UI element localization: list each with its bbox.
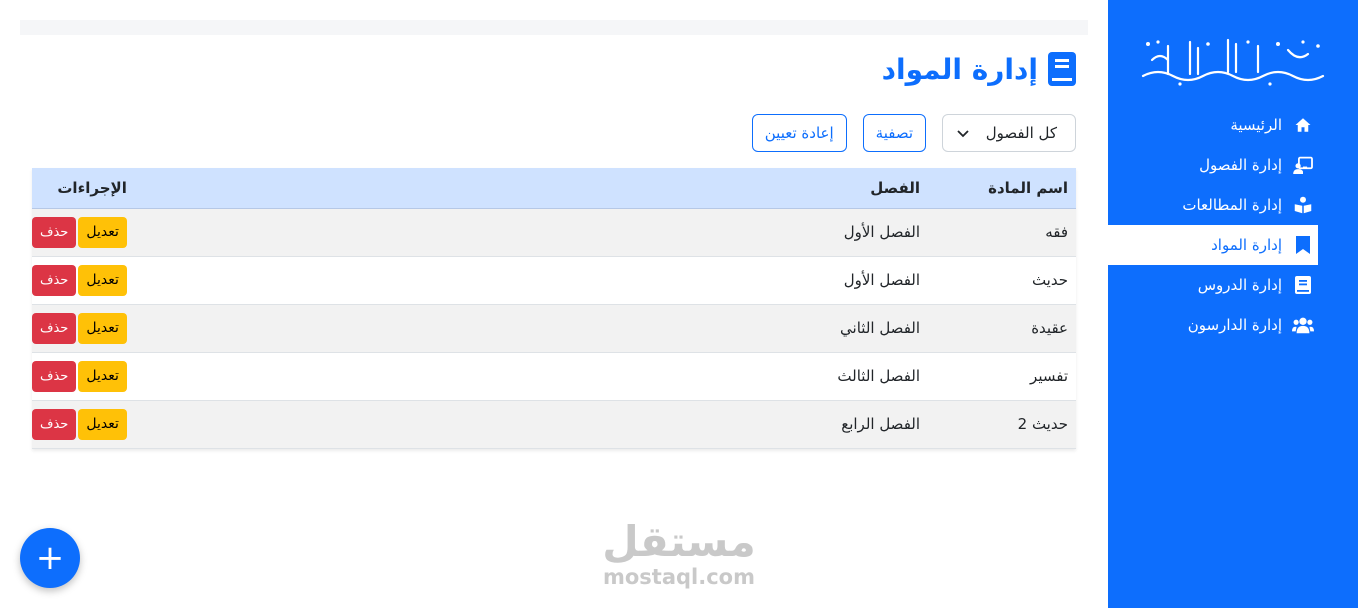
cell-actions: تعديل حذف [32,304,775,353]
sidebar-item-students[interactable]: إدارة الدارسون [1108,305,1318,345]
cell-class: الفصل الأول [774,256,931,305]
table-row: تفسير الفصل الثالث تعديل حذف [32,352,1076,401]
header-class: الفصل [774,168,931,209]
sidebar-item-label: إدارة المواد [1211,236,1282,254]
school-logo[interactable] [1138,32,1328,88]
delete-button[interactable]: حذف [32,360,77,392]
chevron-down-icon [957,124,969,142]
book-icon [1048,52,1076,86]
cell-actions: تعديل حذف [32,208,775,257]
cell-class: الفصل الثاني [774,304,931,353]
sidebar-item-label: الرئيسية [1230,116,1282,134]
cell-actions: تعديل حذف [32,256,775,305]
cell-actions: تعديل حذف [32,400,775,449]
sidebar-nav: الرئيسية إدارة الفصول إدارة المطالعات إد… [1108,105,1358,345]
book-icon [1292,274,1314,296]
cell-actions: تعديل حذف [32,352,775,401]
watermark-arabic: مستقل [602,517,756,566]
book-reader-icon [1292,194,1314,216]
sidebar-item-label: إدارة الدارسون [1187,316,1282,334]
sidebar-item-label: إدارة الفصول [1199,156,1282,174]
logo-calligraphy-icon [1141,38,1325,86]
delete-button[interactable]: حذف [32,312,77,344]
top-bar [20,20,1088,35]
delete-button[interactable]: حذف [32,264,77,296]
sidebar-item-classes[interactable]: إدارة الفصول [1108,145,1318,185]
edit-button[interactable]: تعديل [78,408,127,440]
home-icon [1292,114,1314,136]
sidebar: الرئيسية إدارة الفصول إدارة المطالعات إد… [1108,0,1358,608]
filter-button[interactable]: تصفية [862,114,926,152]
table-row: عقيدة الفصل الثاني تعديل حذف [32,304,1076,353]
table-row: حديث الفصل الأول تعديل حذف [32,256,1076,305]
sidebar-item-home[interactable]: الرئيسية [1108,105,1318,145]
cell-class: الفصل الأول [774,208,931,257]
select-value: كل الفصول [985,124,1057,142]
cell-subject-name: حديث 2 [930,400,1076,449]
edit-button[interactable]: تعديل [78,264,127,296]
edit-button[interactable]: تعديل [78,312,127,344]
header-subject-name: اسم المادة [930,168,1076,209]
header-actions: الإجراءات [32,168,775,209]
sidebar-item-label: إدارة الدروس [1197,276,1282,294]
edit-button[interactable]: تعديل [78,360,127,392]
edit-button[interactable]: تعديل [78,216,127,248]
delete-button[interactable]: حذف [32,216,77,248]
sidebar-item-label: إدارة المطالعات [1182,196,1282,214]
bookmark-icon [1292,234,1314,256]
add-subject-button[interactable]: + [20,528,80,588]
cell-class: الفصل الرابع [774,400,931,449]
cell-subject-name: تفسير [930,352,1076,401]
watermark-latin: mostaql.com [603,565,755,589]
page-header: إدارة المواد [882,52,1076,86]
chalkboard-teacher-icon [1292,154,1314,176]
cell-subject-name: عقيدة [930,304,1076,353]
table-row: حديث 2 الفصل الرابع تعديل حذف [32,400,1076,449]
plus-icon: + [35,538,65,578]
page-title: إدارة المواد [881,52,1038,86]
watermark: مستقل mostaql.com [598,517,760,589]
class-filter-select[interactable]: كل الفصول [942,114,1076,152]
delete-button[interactable]: حذف [32,408,77,440]
table-row: فقه الفصل الأول تعديل حذف [32,208,1076,257]
table-header-row: اسم المادة الفصل الإجراءات [32,168,1076,209]
sidebar-item-readings[interactable]: إدارة المطالعات [1108,185,1318,225]
cell-subject-name: فقه [930,208,1076,257]
sidebar-item-lessons[interactable]: إدارة الدروس [1108,265,1318,305]
cell-class: الفصل الثالث [774,352,931,401]
cell-subject-name: حديث [930,256,1076,305]
reset-button[interactable]: إعادة تعيين [751,114,847,152]
filters-bar: كل الفصول تصفية إعادة تعيين [751,114,1076,152]
users-icon [1292,314,1314,336]
subjects-table: اسم المادة الفصل الإجراءات فقه الفصل الأ… [32,168,1076,449]
sidebar-item-subjects[interactable]: إدارة المواد [1108,225,1318,265]
